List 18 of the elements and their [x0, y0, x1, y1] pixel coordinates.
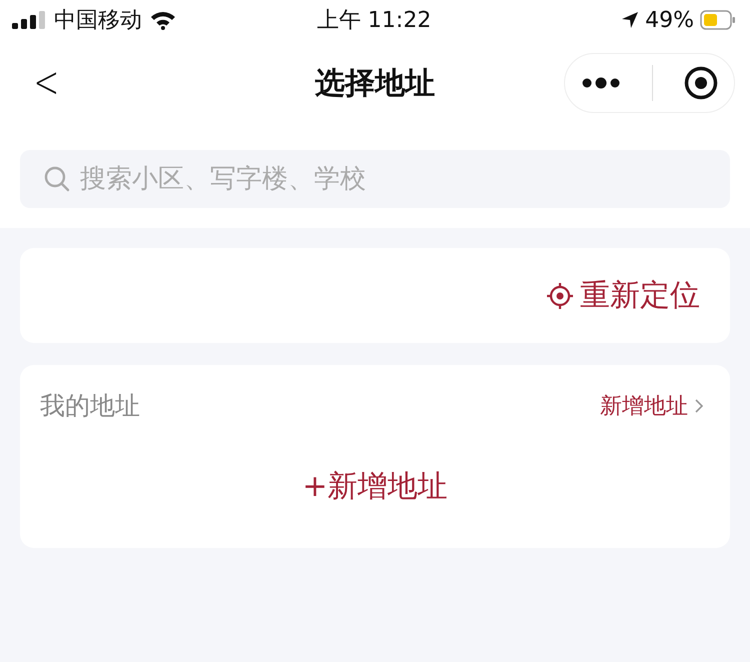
signal-icon	[12, 11, 46, 29]
back-button[interactable]: <	[34, 61, 60, 105]
close-icon[interactable]	[684, 66, 718, 100]
status-time: 上午 11:22	[316, 7, 432, 35]
page-title: 选择地址	[315, 64, 435, 102]
chevron-right-icon	[694, 398, 704, 414]
more-icon[interactable]	[580, 77, 621, 89]
battery-icon	[700, 10, 736, 30]
location-arrow-icon	[621, 11, 640, 29]
add-address-link[interactable]: 新增地址	[600, 390, 704, 420]
add-address-button[interactable]: +新增地址	[302, 466, 448, 507]
section-title: 我的地址	[40, 390, 140, 422]
carrier-name: 中国移动	[54, 7, 142, 35]
relocate-button[interactable]: 重新定位	[546, 275, 700, 316]
battery-percent: 49%	[645, 8, 694, 32]
wifi-icon	[150, 10, 176, 30]
search-field[interactable]: 搜索小区、写字楼、学校	[20, 150, 730, 208]
target-icon	[546, 282, 574, 310]
